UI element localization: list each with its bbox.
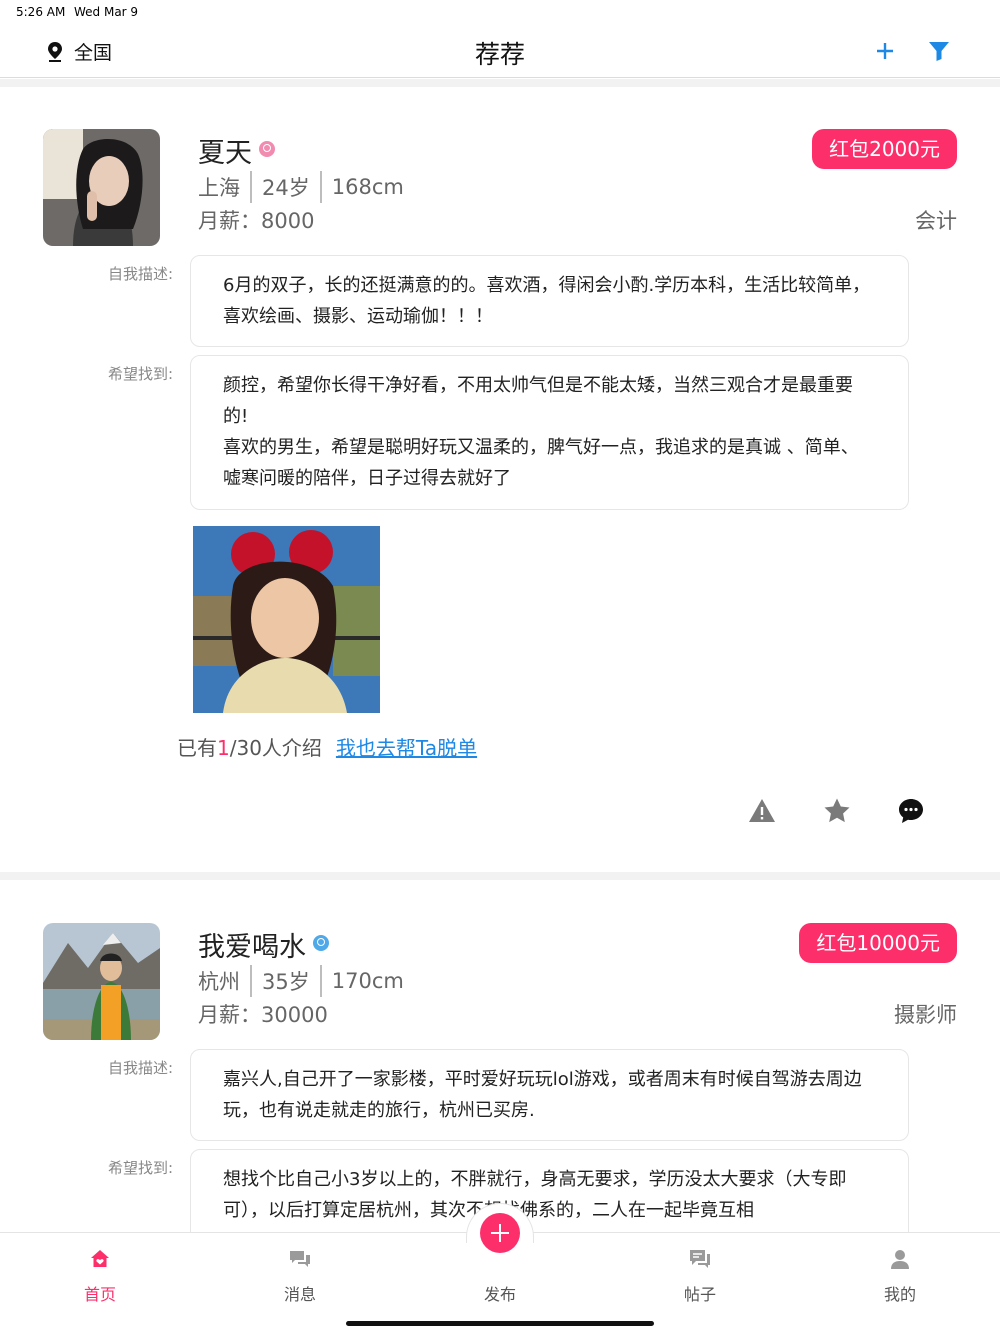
user-name: 夏天	[198, 138, 252, 169]
user-age: 24岁	[262, 176, 310, 200]
avatar[interactable]	[43, 129, 160, 246]
tab-label: 我的	[883, 1285, 916, 1304]
looking-for-label: 希望找到:	[108, 365, 174, 383]
section-divider	[0, 872, 1000, 880]
intro-suffix: /30人介绍	[229, 736, 322, 760]
intro-prefix: 已有	[177, 736, 217, 760]
looking-for-box: 颜控，希望你长得干净好看，不用太帅气但是不能太矮，当然三观合才是最重要的! 喜欢…	[190, 355, 909, 510]
red-packet-badge[interactable]: 红包2000元	[812, 129, 957, 169]
tab-posts[interactable]: 帖子	[640, 1247, 760, 1305]
user-height: 170cm	[331, 969, 404, 993]
profile-photo[interactable]	[193, 526, 380, 713]
home-indicator	[346, 1321, 654, 1326]
tab-profile[interactable]: 我的	[840, 1247, 960, 1305]
location-pin-icon	[48, 41, 62, 62]
status-time: 5:26 AM	[16, 5, 66, 19]
divider	[250, 171, 252, 203]
intro-count: 1	[217, 736, 230, 760]
profile-icon	[891, 1250, 909, 1269]
self-description-box: 嘉兴人,自己开了一家影楼，平时爱好玩玩lol游戏，或者周末有时候自驾游去周边玩，…	[190, 1049, 909, 1141]
female-icon	[259, 141, 275, 157]
star-icon[interactable]	[823, 797, 851, 825]
nav-bar: 全国 荐荐	[0, 24, 1000, 78]
location-selector[interactable]: 全国	[46, 38, 112, 65]
user-salary: 月薪：30000	[198, 1003, 328, 1027]
add-icon[interactable]	[870, 36, 900, 66]
divider	[319, 965, 322, 997]
self-description-label: 自我描述:	[108, 1059, 174, 1077]
filter-icon[interactable]	[926, 38, 952, 64]
user-salary: 月薪：8000	[198, 209, 315, 233]
user-basic-info: 上海 24岁 168cm	[198, 171, 404, 203]
posts-icon	[690, 1250, 710, 1268]
user-job: 摄影师	[894, 1003, 957, 1027]
message-icon	[290, 1251, 310, 1267]
self-description-label: 自我描述:	[108, 265, 174, 283]
red-packet-badge[interactable]: 红包10000元	[799, 923, 957, 963]
introduction-status: 已有1/30人介绍 我也去帮Ta脱单	[177, 732, 477, 761]
divider	[250, 965, 252, 997]
user-name: 我爱喝水	[198, 932, 306, 963]
publish-plus-icon[interactable]	[480, 1213, 520, 1253]
chat-icon[interactable]	[897, 797, 925, 825]
status-bar: 5:26 AM Wed Mar 9	[0, 0, 1000, 24]
self-description-box: 6月的双子，长的还挺满意的的。喜欢酒，得闲会小酌.学历本科，生活比较简单，喜欢绘…	[190, 255, 909, 347]
male-icon	[313, 935, 329, 951]
looking-for-label: 希望找到:	[108, 1159, 174, 1177]
looking-for-text: 想找个比自己小3岁以上的，不胖就行，身高无要求，学历没太大要求（大专即可），以后…	[223, 1169, 847, 1221]
tab-label: 帖子	[683, 1285, 716, 1304]
section-divider	[0, 79, 1000, 87]
tab-bar: 首页 消息 发布 帖子 我的	[0, 1203, 1000, 1334]
self-description-text: 嘉兴人,自己开了一家影楼，平时爱好玩玩lol游戏，或者周末有时候自驾游去周边玩，…	[223, 1069, 862, 1121]
home-icon	[91, 1250, 109, 1267]
user-job: 会计	[915, 209, 957, 233]
self-description-text: 6月的双子，长的还挺满意的的。喜欢酒，得闲会小酌.学历本科，生活比较简单，喜欢绘…	[223, 275, 871, 327]
tab-label: 首页	[83, 1285, 116, 1304]
looking-for-text: 颜控，希望你长得干净好看，不用太帅气但是不能太矮，当然三观合才是最重要的! 喜欢…	[223, 375, 859, 489]
location-label: 全国	[74, 42, 113, 64]
tab-label: 消息	[283, 1285, 316, 1304]
page-title: 荐荐	[474, 40, 525, 69]
user-city: 上海	[198, 176, 240, 200]
user-city: 杭州	[198, 970, 240, 994]
user-age: 35岁	[262, 970, 310, 994]
tab-publish[interactable]: 发布	[440, 1281, 560, 1305]
tab-home[interactable]: 首页	[40, 1247, 160, 1305]
tab-messages[interactable]: 消息	[240, 1247, 360, 1305]
status-date: Wed Mar 9	[74, 5, 139, 19]
avatar[interactable]	[43, 923, 160, 1040]
user-height: 168cm	[331, 175, 404, 199]
divider	[319, 171, 322, 203]
help-matchmake-link[interactable]: 我也去帮Ta脱单	[336, 736, 477, 760]
report-icon[interactable]	[748, 797, 776, 825]
user-basic-info: 杭州 35岁 170cm	[198, 965, 404, 997]
